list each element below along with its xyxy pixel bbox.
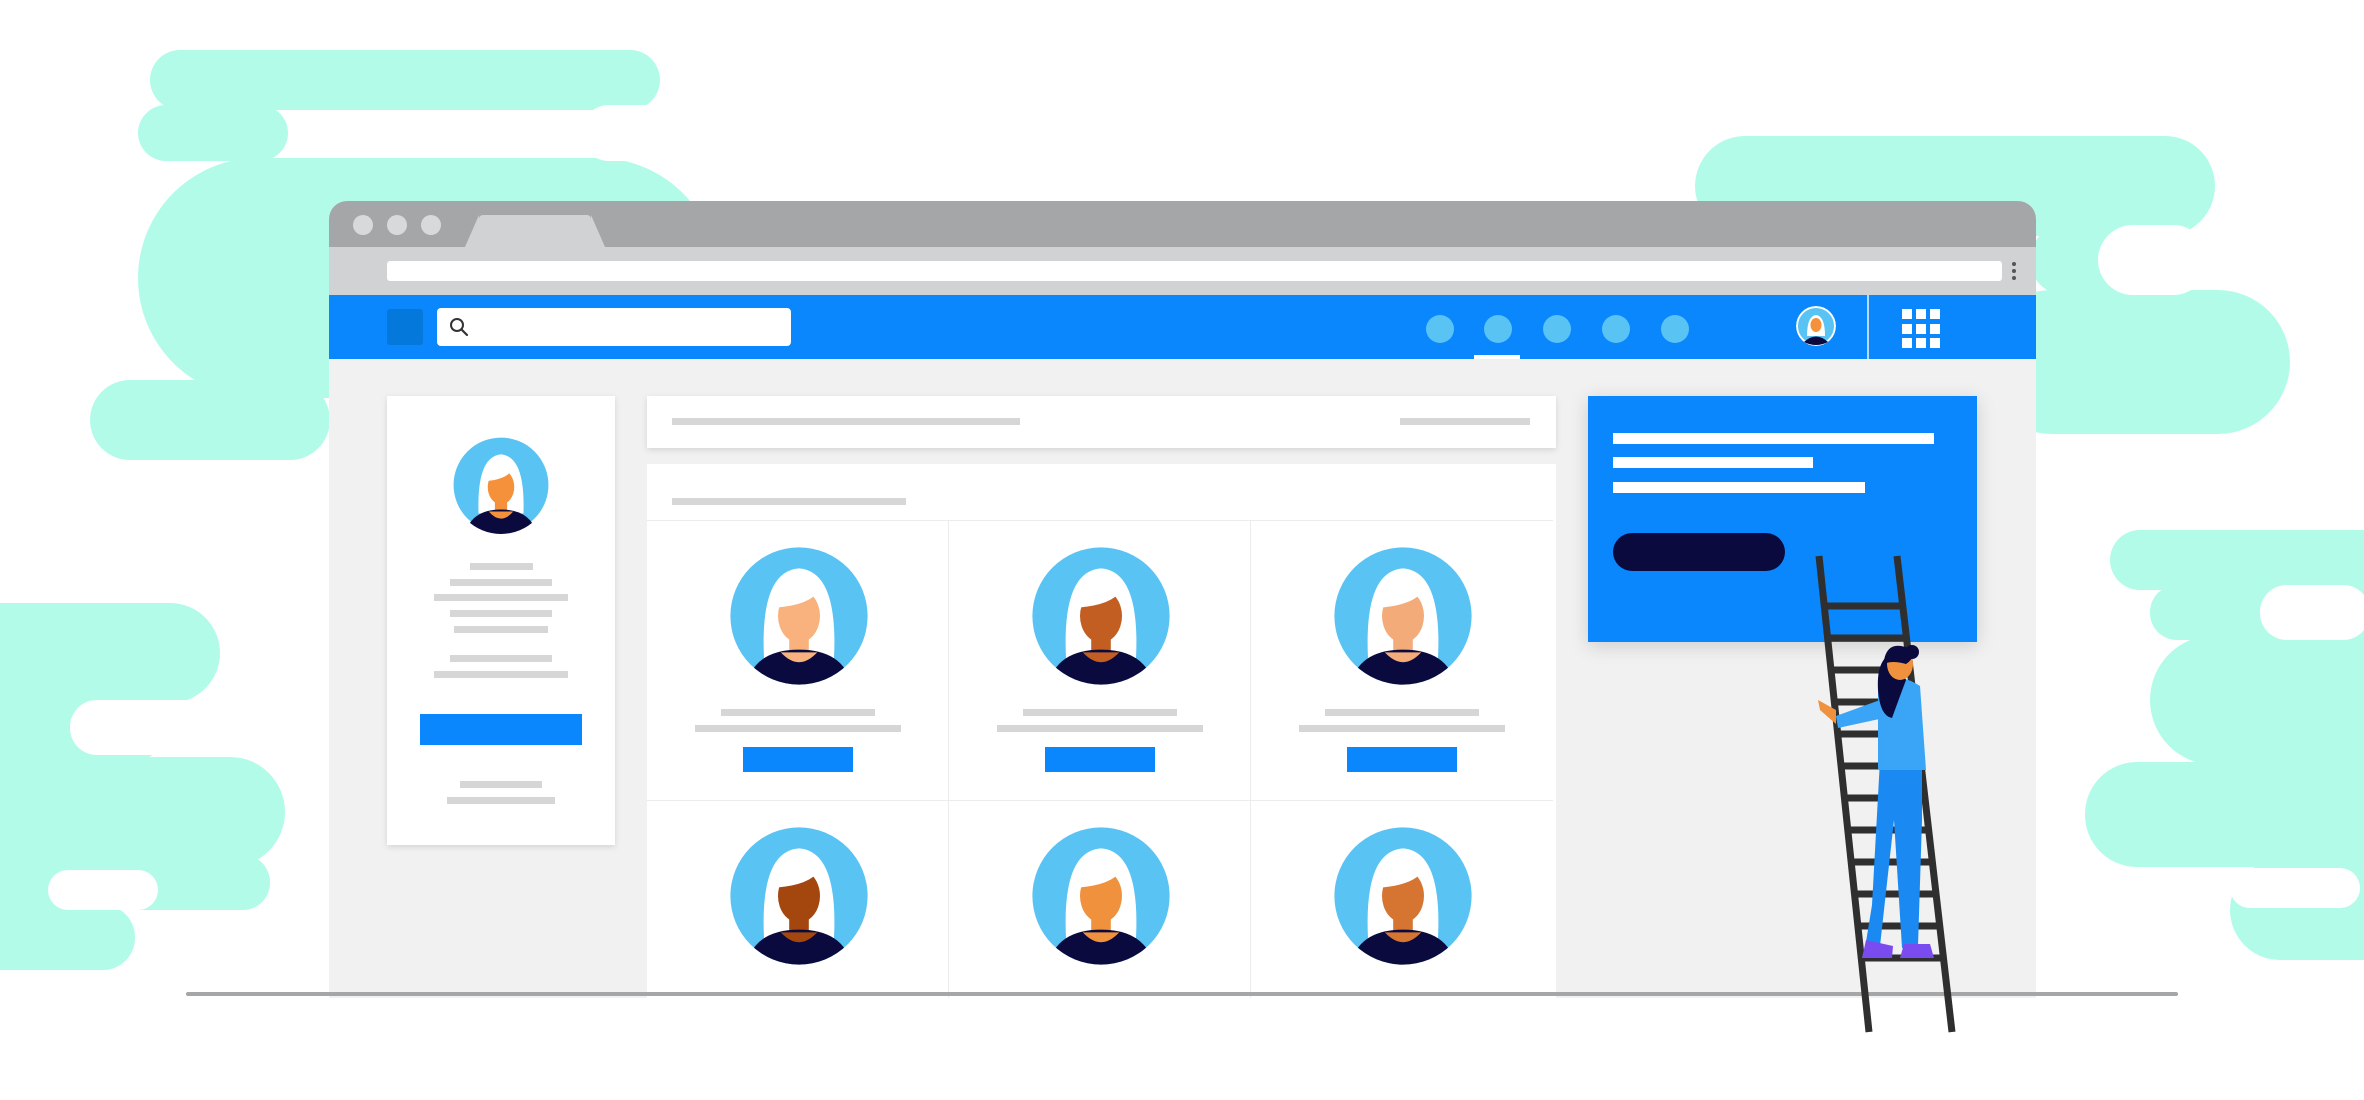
person-card [949, 800, 1251, 998]
nav-item-3[interactable] [1543, 315, 1571, 343]
nav-item-1[interactable] [1426, 315, 1454, 343]
active-nav-indicator [1474, 355, 1520, 359]
feed-header-card [647, 396, 1556, 448]
person-card [647, 800, 949, 998]
profile-card [387, 396, 615, 845]
person-action-button[interactable] [1347, 747, 1457, 772]
window-minimize-control[interactable] [387, 215, 407, 235]
avatar-icon [730, 547, 868, 685]
grid-icon[interactable] [1902, 309, 1942, 349]
illustration-canvas: { "scene": { "background_color": "#fffff… [0, 0, 2364, 1100]
header-divider [1867, 295, 1869, 359]
nav-item-5[interactable] [1661, 315, 1689, 343]
person-action-button[interactable] [743, 747, 853, 772]
search-icon [450, 318, 469, 337]
search-input[interactable] [437, 308, 791, 346]
profile-action-button[interactable] [420, 714, 582, 745]
app-header [329, 295, 2036, 359]
person-card [647, 520, 949, 800]
person-card [1251, 520, 1553, 800]
browser-menu-icon[interactable] [2012, 262, 2016, 266]
window-maximize-control[interactable] [421, 215, 441, 235]
people-grid [647, 464, 1556, 998]
avatar-icon [1334, 547, 1472, 685]
app-logo[interactable] [387, 309, 423, 345]
avatar-icon [450, 434, 552, 536]
avatar-icon [730, 827, 868, 965]
browser-tab[interactable] [465, 215, 605, 247]
address-bar[interactable] [387, 261, 2002, 281]
browser-window [329, 201, 2036, 998]
person-card [1251, 800, 1553, 998]
avatar-icon [1032, 827, 1170, 965]
nav-item-2[interactable] [1484, 315, 1512, 343]
promo-button[interactable] [1613, 533, 1785, 571]
promo-card [1588, 396, 1977, 642]
window-close-control[interactable] [353, 215, 373, 235]
person-card [949, 520, 1251, 800]
avatar-icon [1334, 827, 1472, 965]
person-action-button[interactable] [1045, 747, 1155, 772]
browser-title-bar [329, 201, 2036, 247]
avatar-icon [1032, 547, 1170, 685]
floor-line [186, 992, 2178, 996]
avatar-icon[interactable] [1796, 306, 1836, 346]
nav-item-4[interactable] [1602, 315, 1630, 343]
